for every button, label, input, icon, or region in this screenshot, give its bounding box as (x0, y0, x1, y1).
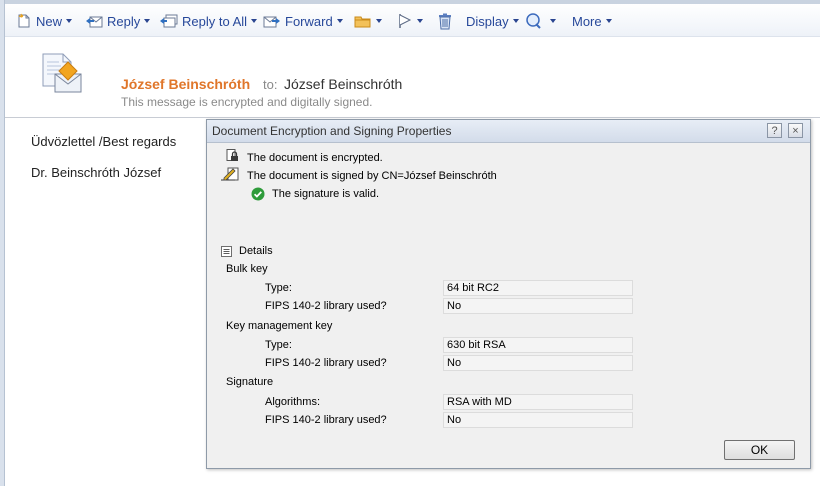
message-toolbar: New Reply Reply to All Forward Display M… (5, 0, 820, 37)
details-toggle[interactable]: Details (221, 244, 281, 259)
reply-all-icon (160, 14, 178, 28)
reply-label: Reply (107, 13, 141, 29)
body-line-signature: Dr. Beinschróth József (31, 165, 162, 180)
signature-algorithms-label: Algorithms: (265, 396, 321, 408)
reply-icon (86, 16, 103, 28)
recipient-name[interactable]: József Beinschróth (284, 76, 402, 92)
bulk-key-type-label: Type: (265, 282, 292, 294)
help-button[interactable]: ? (767, 123, 782, 138)
new-label: New (36, 13, 63, 29)
encryption-note: This message is encrypted and digitally … (121, 95, 373, 109)
chevron-down-icon[interactable] (550, 19, 556, 23)
to-label: to: (263, 77, 278, 92)
check-icon (251, 187, 265, 201)
signature-fips-value: No (443, 412, 633, 428)
search-bubble-icon (526, 13, 541, 29)
bulk-key-fips-value: No (443, 298, 633, 314)
trash-icon (439, 13, 451, 29)
bulk-key-type-value: 64 bit RC2 (443, 280, 633, 296)
chevron-down-icon[interactable] (512, 19, 519, 23)
more-button[interactable]: More (568, 11, 612, 31)
new-document-icon (18, 13, 30, 28)
key-management-fips-value: No (443, 355, 633, 371)
bulk-key-fips-label: FIPS 140-2 library used? (265, 300, 387, 312)
chevron-down-icon[interactable] (417, 19, 423, 23)
chevron-down-icon[interactable] (336, 19, 343, 23)
forward-button[interactable]: Forward (263, 11, 343, 31)
bulk-key-heading: Bulk key (226, 263, 268, 275)
sender-name[interactable]: József Beinschróth (121, 76, 250, 92)
dialog-title-bar[interactable]: Document Encryption and Signing Properti… (207, 120, 810, 143)
chevron-down-icon[interactable] (376, 19, 382, 23)
signature-pen-icon (221, 167, 239, 181)
display-label: Display (466, 13, 509, 29)
chevron-down-icon[interactable] (605, 19, 612, 23)
signature-heading: Signature (226, 376, 274, 388)
chevron-down-icon[interactable] (251, 19, 258, 23)
message-header: József Beinschróth to: József Beinschrót… (5, 37, 820, 118)
chevron-down-icon[interactable] (66, 19, 73, 23)
status-valid: The signature is valid. (272, 188, 379, 200)
reply-button[interactable]: Reply (85, 11, 151, 31)
status-encrypted: The document is encrypted. (247, 152, 383, 164)
body-line-greeting: Üdvözlettel /Best regards (31, 134, 177, 149)
flag-icon (399, 14, 412, 28)
flag-button[interactable] (397, 11, 423, 31)
lock-icon (226, 149, 238, 161)
display-button[interactable]: Display (462, 11, 519, 31)
signature-algorithms-value: RSA with MD (443, 394, 633, 410)
new-button[interactable]: New (16, 11, 73, 31)
encrypted-envelope-icon (42, 53, 82, 93)
dialog-title: Document Encryption and Signing Properti… (212, 124, 452, 138)
reply-to-all-label: Reply to All (182, 13, 248, 29)
delete-button[interactable] (437, 11, 453, 31)
close-button[interactable]: × (788, 123, 803, 138)
encryption-properties-dialog: Document Encryption and Signing Properti… (206, 119, 811, 469)
chevron-down-icon[interactable] (144, 19, 151, 23)
signature-fips-label: FIPS 140-2 library used? (265, 414, 387, 426)
key-management-fips-label: FIPS 140-2 library used? (265, 357, 387, 369)
status-signed: The document is signed by CN=József Bein… (247, 170, 497, 182)
reply-to-all-button[interactable]: Reply to All (160, 11, 258, 31)
collapse-icon[interactable] (221, 246, 232, 257)
key-management-heading: Key management key (226, 320, 333, 332)
forward-icon (263, 16, 280, 28)
ok-button[interactable]: OK (724, 440, 795, 460)
more-label: More (572, 13, 602, 29)
folder-icon (354, 16, 371, 28)
folder-button[interactable] (354, 11, 382, 31)
key-management-type-value: 630 bit RSA (443, 337, 633, 353)
search-button[interactable] (525, 11, 556, 31)
forward-label: Forward (285, 13, 333, 29)
details-label: Details (239, 245, 273, 257)
key-management-type-label: Type: (265, 339, 292, 351)
